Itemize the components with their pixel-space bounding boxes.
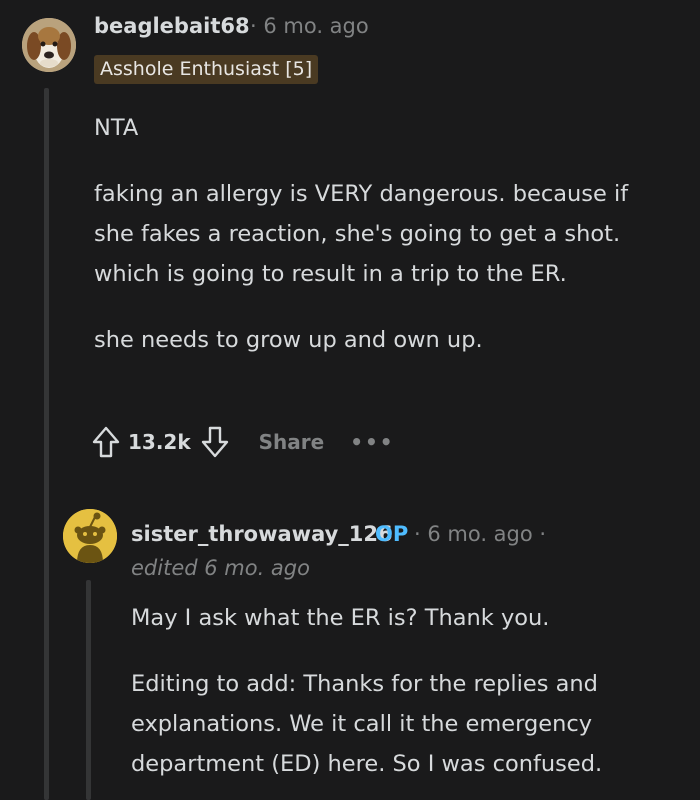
edited-label: edited 6 mo. ago <box>131 556 310 580</box>
comment-body: NTA faking an allergy is VERY dangerous.… <box>94 108 674 386</box>
beagle-avatar-icon <box>22 18 76 72</box>
avatar[interactable] <box>63 509 117 563</box>
username[interactable]: sister_throwaway_126 <box>131 522 393 546</box>
downvote-icon[interactable] <box>197 423 233 461</box>
snoo-avatar-icon <box>63 509 117 563</box>
comment-action-bar: 13.2k Share ••• <box>88 420 395 464</box>
share-button[interactable]: Share <box>259 430 325 454</box>
avatar[interactable] <box>22 18 76 72</box>
comment-paragraph: Editing to add: Thanks for the replies a… <box>131 671 603 777</box>
thread-collapse-line[interactable] <box>86 580 91 800</box>
comment-body: May I ask what the ER is? Thank you. Edi… <box>131 598 691 800</box>
vote-count: 13.2k <box>128 430 191 454</box>
timestamp[interactable]: · 6 mo. ago · <box>414 522 546 546</box>
comment-paragraph: she needs to grow up and own up. <box>94 327 483 353</box>
username[interactable]: beaglebait68 <box>94 14 250 38</box>
op-badge: OP <box>375 522 409 546</box>
comment-paragraph: faking an allergy is VERY dangerous. bec… <box>94 181 629 287</box>
upvote-icon[interactable] <box>88 423 124 461</box>
user-flair: Asshole Enthusiast [5] <box>94 55 319 84</box>
timestamp[interactable]: · 6 mo. ago <box>250 14 369 38</box>
comment-thread: beaglebait68 · 6 mo. ago Asshole Enthusi… <box>0 0 700 800</box>
more-options-icon[interactable]: ••• <box>350 430 394 454</box>
comment-paragraph: May I ask what the ER is? Thank you. <box>131 605 550 631</box>
comment-paragraph: NTA <box>94 115 139 141</box>
thread-collapse-line[interactable] <box>44 88 49 800</box>
